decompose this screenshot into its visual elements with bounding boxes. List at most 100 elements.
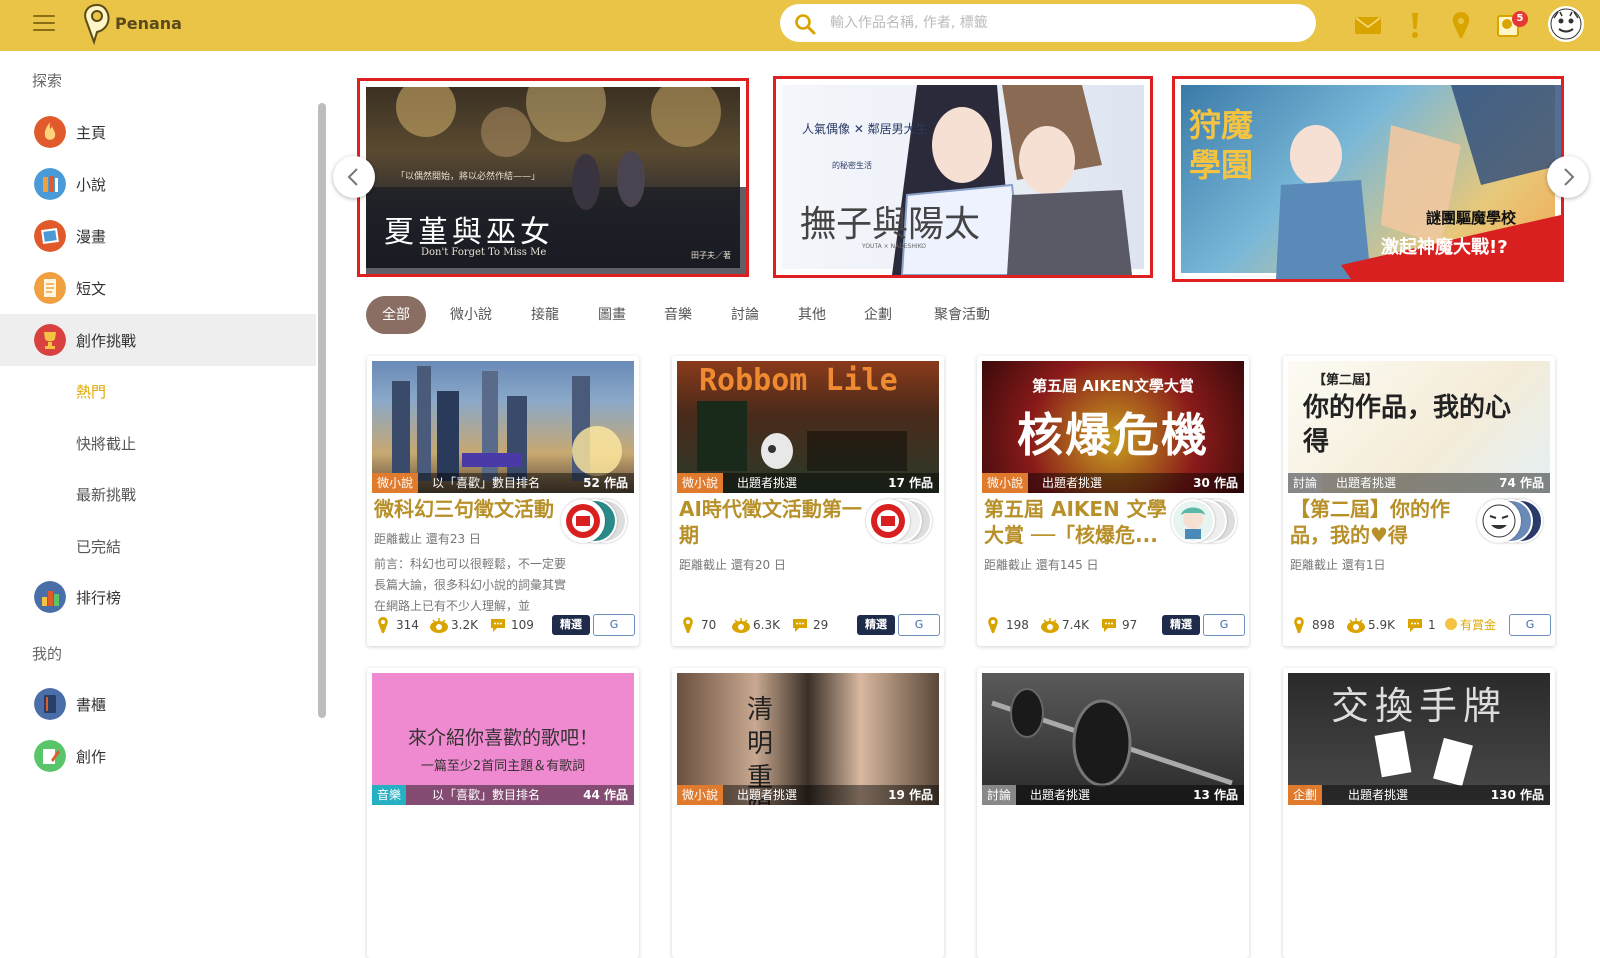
comments-count: 29 xyxy=(813,618,829,632)
banner-1-tagline: 「以偶然開始，將以必然作結——」 xyxy=(396,172,541,182)
tab-micro-novel[interactable]: 微小說 xyxy=(434,296,508,334)
challenge-card[interactable]: 第五屆 AIKEN文學大賞 核爆危機 微小說 出題者挑選 30 作品 第五屆 A… xyxy=(977,356,1249,646)
comic-icon xyxy=(34,220,66,252)
rating-g-button[interactable]: G xyxy=(1203,614,1245,636)
sidebar-item-home[interactable]: 主頁 xyxy=(0,106,316,158)
card-stats: 314 3.2K 109 精選 G xyxy=(374,614,635,636)
carousel-prev-button[interactable] xyxy=(333,156,375,198)
sidebar-sub-finished[interactable]: 已完結 xyxy=(76,536,121,557)
tab-relay[interactable]: 接龍 xyxy=(515,296,575,334)
card-description: 前言：科幻也可以很輕鬆，不一定要長篇大論，很多科幻小說的詞彙其實在網路上已有不少… xyxy=(374,557,567,613)
avatar-face-icon xyxy=(1550,8,1582,40)
card-title[interactable]: 微科幻三句徵文活動 xyxy=(374,496,574,522)
search-icon[interactable] xyxy=(794,13,816,35)
tab-music[interactable]: 音樂 xyxy=(648,296,708,334)
sidebar-label-ranking: 排行榜 xyxy=(76,589,122,607)
pen-like-icon xyxy=(378,617,388,633)
sidebar-scrollbar[interactable] xyxy=(318,103,326,718)
banner-2-title: 撫子與陽太 xyxy=(800,204,981,245)
eye-icon xyxy=(732,618,750,633)
card-title[interactable]: AI時代徵文活動第一期 xyxy=(679,496,869,548)
eye-icon xyxy=(430,618,448,633)
carousel-next-button[interactable] xyxy=(1547,156,1589,198)
mail-icon[interactable] xyxy=(1353,10,1383,40)
tab-other[interactable]: 其他 xyxy=(782,296,842,334)
challenge-card[interactable]: 清明 重陽 微小說 出題者挑選 19 作品 xyxy=(672,668,944,958)
logo-text[interactable]: Penana xyxy=(115,14,182,33)
entry-count: 44 作品 xyxy=(583,788,628,802)
deadline-text: 距離截止 還有23 日 xyxy=(374,532,481,546)
tab-gathering[interactable]: 聚會活動 xyxy=(918,296,1006,334)
card-thumbnail: 清明 重陽 微小說 出題者挑選 19 作品 xyxy=(677,673,939,805)
tab-project[interactable]: 企劃 xyxy=(848,296,908,334)
category-tag: 音樂 xyxy=(372,785,407,805)
entry-count: 19 作品 xyxy=(888,788,933,802)
sidebar-item-comic[interactable]: 漫畫 xyxy=(0,210,316,262)
category-tag: 微小說 xyxy=(982,473,1029,493)
card-title[interactable]: 第五屆 AIKEN 文學大賞 ──「核爆危... xyxy=(984,496,1174,548)
banner-1-author: 田子夫／著 xyxy=(691,251,731,260)
host-meme-face-icon xyxy=(1482,504,1516,538)
card-3-image-subtitle: 第五屆 AIKEN文學大賞 xyxy=(1032,377,1194,395)
comments-count: 1 xyxy=(1428,618,1436,632)
category-tag: 微小說 xyxy=(677,785,724,805)
card-5-image-text: 來介紹你喜歡的歌吧！ xyxy=(407,727,598,749)
alert-icon[interactable] xyxy=(1400,10,1430,40)
menu-icon[interactable] xyxy=(33,15,55,33)
carousel-banner-1[interactable]: 「以偶然開始，將以必然作結——」 夏堇與巫女 Don't Forget To M… xyxy=(357,78,749,277)
challenge-card[interactable]: 來介紹你喜歡的歌吧！ 一篇至少2首同主題＆有歌詞 音樂 以「喜歡」數目排名 44… xyxy=(367,668,639,958)
rating-g-button[interactable]: G xyxy=(898,614,940,636)
rating-g-button[interactable]: G xyxy=(1509,614,1551,636)
challenge-card[interactable]: Robbom Lile 微小說 出題者挑選 17 作品 AI時代徵文活動第一期 … xyxy=(672,356,944,646)
pen-nib-icon[interactable] xyxy=(1446,10,1476,40)
card-thumbnail: 來介紹你喜歡的歌吧！ 一篇至少2首同主題＆有歌詞 音樂 以「喜歡」數目排名 44… xyxy=(372,673,634,805)
banner-1-subtitle: Don't Forget To Miss Me xyxy=(421,247,547,258)
penana-logo-icon[interactable] xyxy=(80,2,114,46)
comment-icon xyxy=(1408,619,1422,632)
chevron-right-icon xyxy=(1564,168,1575,186)
books-icon xyxy=(34,168,66,200)
chevron-left-icon xyxy=(347,168,358,186)
card-title[interactable]: 【第二屆】你的作品，我的♥得 xyxy=(1290,496,1480,548)
card-5-image-subtitle: 一篇至少2首同主題＆有歌詞 xyxy=(420,759,586,774)
category-tag: 微小說 xyxy=(677,473,724,493)
search-input[interactable] xyxy=(830,12,1290,34)
views-count: 3.2K xyxy=(451,618,478,632)
carousel-banner-3[interactable]: 狩魔學園 謎團驅魔學校 激起神魔大戰!? xyxy=(1172,76,1564,282)
challenge-card[interactable]: 交換手牌 企劃 出題者挑選 130 作品 xyxy=(1283,668,1555,958)
challenge-card[interactable]: 討論 出題者挑選 13 作品 xyxy=(977,668,1249,958)
sidebar-item-bookshelf[interactable]: 書櫃 xyxy=(0,678,316,730)
tab-drawing[interactable]: 圖畫 xyxy=(582,296,642,334)
banner-2-artwork: 人氣偶像 ✕ 鄰居男大生 的秘密生活 撫子與陽太 YOUTA × NADESHI… xyxy=(782,85,1144,275)
challenge-card[interactable]: 微小說 以「喜歡」數目排名 52 作品 微科幻三句徵文活動 距離截止 還有23 … xyxy=(367,356,639,646)
sidebar-label-comic: 漫畫 xyxy=(76,228,107,246)
sidebar-item-challenge[interactable]: 創作挑戰 xyxy=(0,314,316,366)
ranking-note: 出題者挑選 xyxy=(1336,476,1397,490)
banner-2-tagline: 人氣偶像 ✕ 鄰居男大生 xyxy=(802,122,928,136)
user-avatar[interactable] xyxy=(1548,6,1584,42)
category-tag: 討論 xyxy=(1288,473,1323,493)
challenge-card[interactable]: 【第二屆】 你的作品，我的心得 討論 出題者挑選 74 作品 【第二屆】你的作品… xyxy=(1283,356,1555,646)
tab-all[interactable]: 全部 xyxy=(366,296,426,334)
comments-count: 109 xyxy=(511,618,534,632)
sidebar-sub-hot[interactable]: 熱門 xyxy=(76,381,106,402)
carousel-banner-2[interactable]: 人氣偶像 ✕ 鄰居男大生 的秘密生活 撫子與陽太 YOUTA × NADESHI… xyxy=(773,76,1153,278)
sidebar-sub-newest[interactable]: 最新挑戰 xyxy=(76,484,136,505)
sidebar-item-novel[interactable]: 小說 xyxy=(0,158,316,210)
card-stats: 70 6.3K 29 精選 G xyxy=(679,614,940,636)
sidebar-item-create[interactable]: 創作 xyxy=(0,730,316,782)
sidebar-sub-closing[interactable]: 快將截止 xyxy=(76,433,136,454)
sidebar-item-ranking[interactable]: 排行榜 xyxy=(0,571,316,623)
card-4-image-subtitle: 【第二屆】 xyxy=(1313,373,1379,388)
likes-count: 70 xyxy=(701,618,717,632)
sidebar-label-challenge: 創作挑戰 xyxy=(76,332,137,350)
reward-text: 有賞金 xyxy=(1460,618,1497,632)
search-box[interactable] xyxy=(780,4,1316,42)
banner-1-title: 夏堇與巫女 xyxy=(384,215,554,250)
tab-discussion[interactable]: 討論 xyxy=(715,296,775,334)
eye-icon xyxy=(1347,618,1365,633)
likes-count: 314 xyxy=(396,618,419,632)
rating-g-button[interactable]: G xyxy=(593,614,635,636)
sidebar-item-short[interactable]: 短文 xyxy=(0,262,316,314)
pen-like-icon xyxy=(988,617,998,633)
